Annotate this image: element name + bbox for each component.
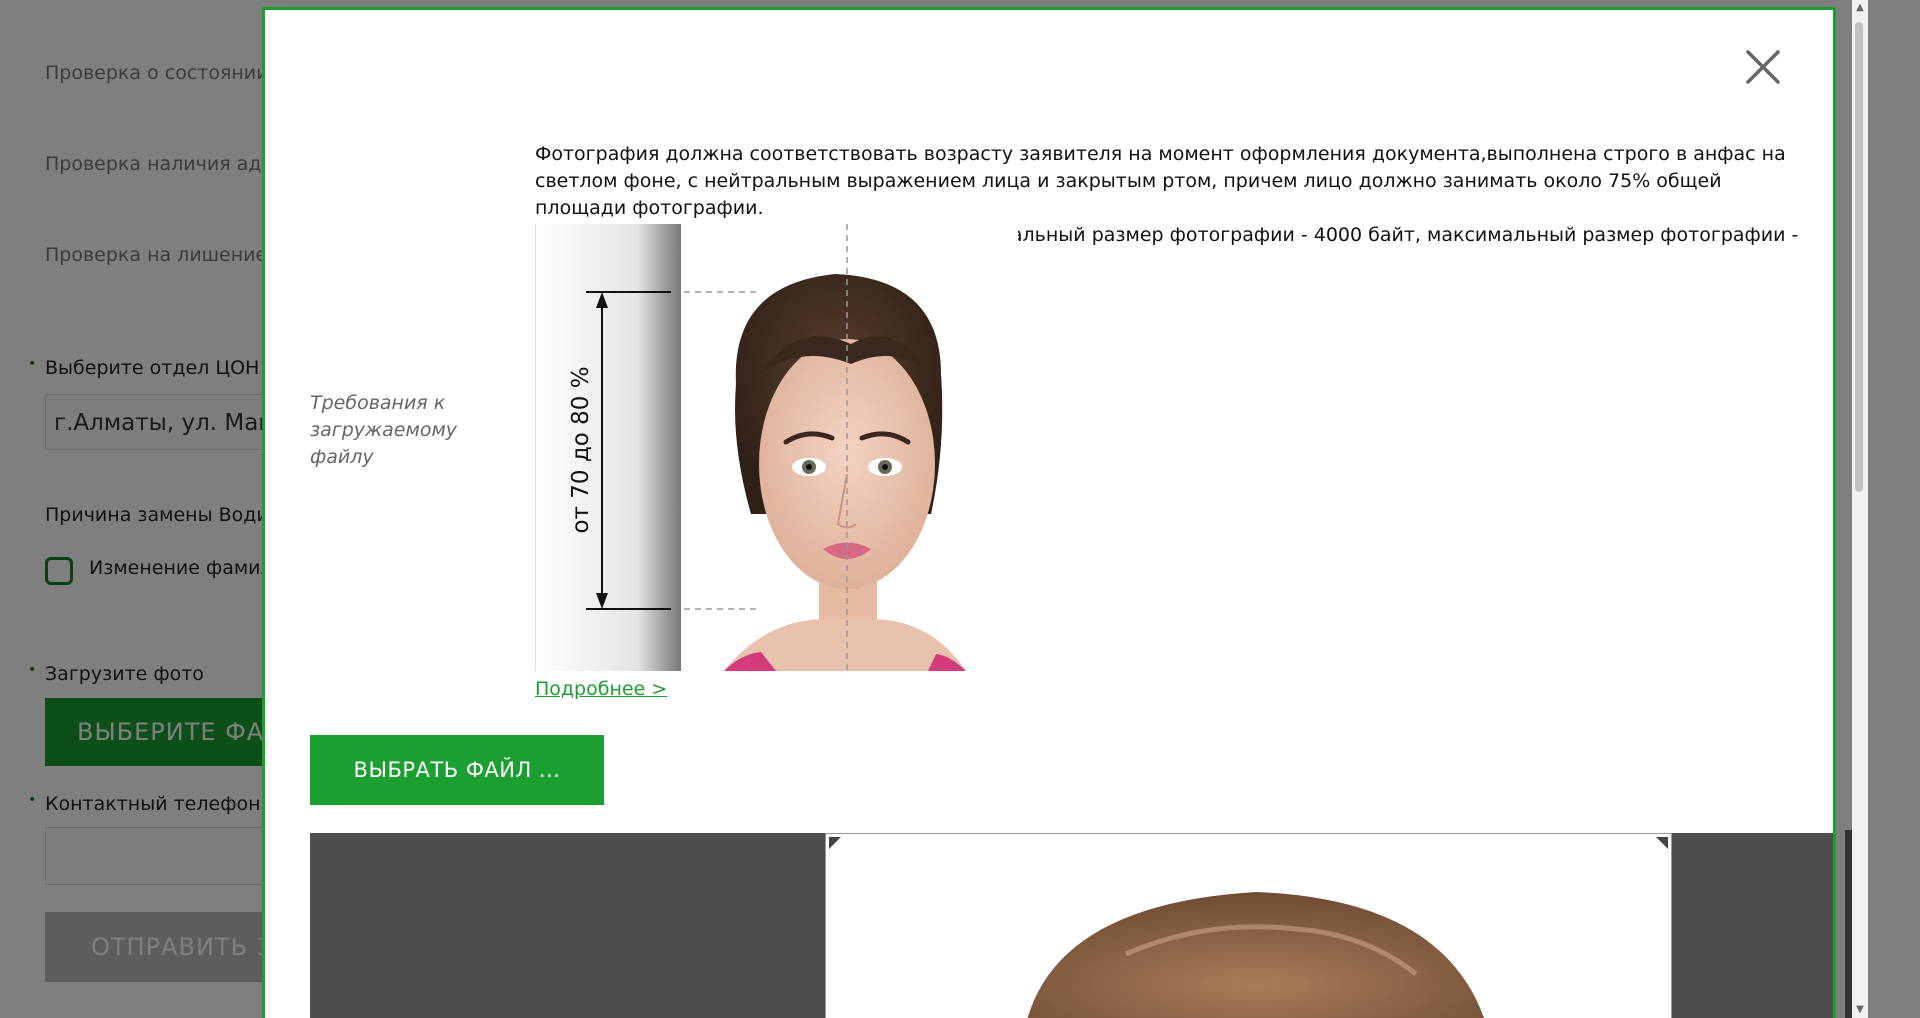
uploaded-photo-preview bbox=[1027, 892, 1484, 1018]
crop-area[interactable] bbox=[825, 833, 1672, 1018]
choose-file-button[interactable]: ВЫБРАТЬ ФАЙЛ ... bbox=[310, 735, 604, 805]
file-requirements-label: Требования к загружаемому файлу bbox=[310, 392, 458, 468]
image-cropper[interactable] bbox=[310, 833, 1833, 1018]
overlay-edge bbox=[1845, 830, 1852, 1018]
requirements-paragraph-1: Фотография должна соответствовать возрас… bbox=[535, 143, 1786, 219]
crop-handle-top-left[interactable] bbox=[829, 837, 841, 849]
crop-handle-top-right[interactable] bbox=[1656, 837, 1668, 849]
close-icon[interactable] bbox=[1743, 47, 1783, 87]
upload-requirements-modal: Требования к загружаемому файлу Фотограф… bbox=[262, 7, 1836, 1018]
scroll-up-icon[interactable]: ▲ bbox=[1854, 2, 1866, 14]
measure-label: от 70 до 80 % bbox=[568, 366, 594, 533]
scroll-down-icon[interactable]: ▼ bbox=[1854, 1004, 1866, 1016]
more-info-link[interactable]: Подробнее > bbox=[535, 678, 667, 700]
scroll-thumb[interactable] bbox=[1855, 22, 1863, 492]
example-photo: от 70 до 80 % bbox=[535, 224, 1018, 671]
page-scrollbar[interactable]: ▲ ▼ bbox=[1852, 0, 1868, 1018]
